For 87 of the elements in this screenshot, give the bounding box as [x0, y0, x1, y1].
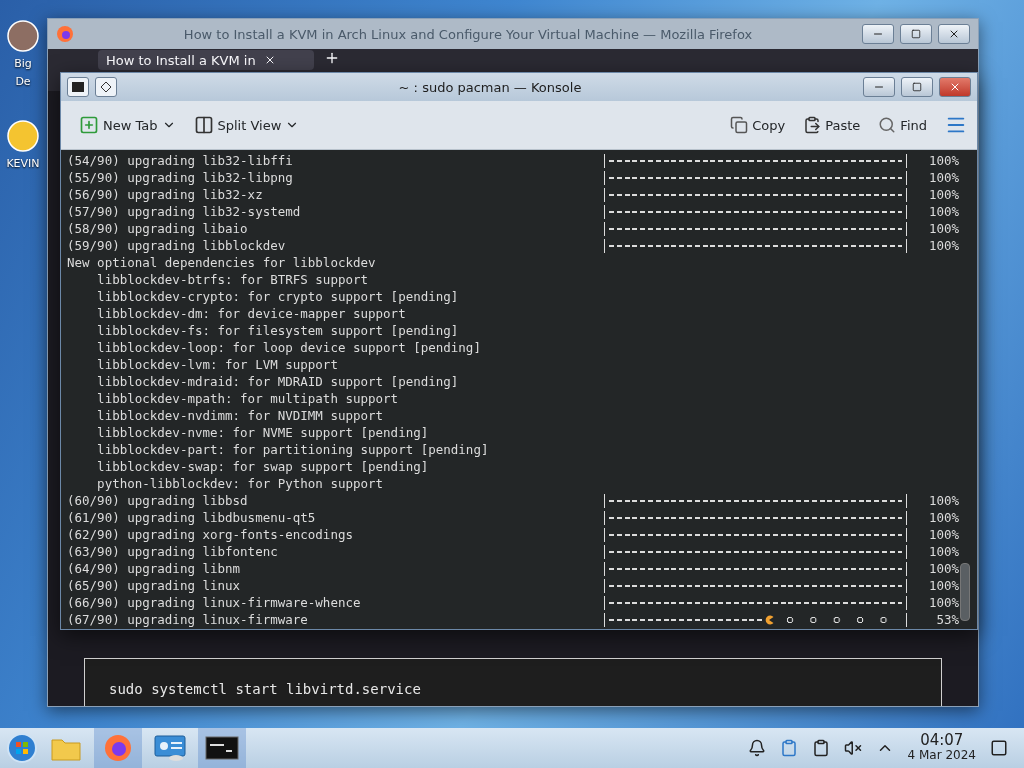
maximize-button[interactable] [900, 24, 932, 44]
terminal-line: (67/90) upgrading linux-firmware [67, 611, 309, 628]
minimize-button[interactable] [862, 24, 894, 44]
terminal-app-icon[interactable] [67, 77, 89, 97]
start-button[interactable] [6, 732, 38, 764]
terminal-line: (59/90) upgrading libblockdev [67, 237, 287, 254]
monitor-icon [154, 734, 186, 762]
taskbar-app[interactable] [198, 728, 246, 768]
terminal-line: libblockdev-btrfs: for BTRFS support [96, 271, 370, 288]
progress-reading: 100% [927, 543, 959, 560]
pacman-icon [764, 614, 775, 625]
firefox-icon [104, 734, 132, 762]
progress-reading: 100% [927, 577, 959, 594]
desktop-app-icon[interactable] [5, 118, 41, 154]
terminal-icon [205, 736, 239, 760]
clipboard-icon[interactable] [811, 739, 830, 757]
close-button[interactable] [939, 77, 971, 97]
terminal-line: (61/90) upgrading libdbusmenu-qt5 [67, 509, 317, 526]
terminal-line: libblockdev-swap: for swap support [pending] [96, 458, 430, 475]
desktop-app-icon[interactable] [5, 18, 41, 54]
terminal-line: (64/90) upgrading libnm [67, 560, 242, 577]
code-block: sudo systemctl start libvirtd.service [84, 658, 942, 706]
toolbar-button[interactable]: Paste [801, 112, 863, 138]
new-tab-icon [79, 115, 99, 135]
bell-icon[interactable] [747, 739, 766, 757]
terminal-line: libblockdev-lvm: for LVM support [96, 356, 339, 373]
close-icon [949, 81, 961, 93]
close-icon [948, 28, 960, 40]
search-icon [878, 116, 897, 134]
browser-tab[interactable]: How to Install a KVM in [98, 50, 314, 70]
terminal-line: libblockdev-mdraid: for MDRAID support [pending] [96, 373, 460, 390]
muted-speaker-icon[interactable] [843, 739, 862, 757]
clipboard-icon[interactable] [779, 739, 798, 757]
terminal-line: libblockdev-dm: for device-mapper support [96, 305, 407, 322]
progress-reading: 100% [927, 186, 959, 203]
close-button[interactable] [938, 24, 970, 44]
split-view-icon [193, 115, 214, 135]
terminal-line: libblockdev-part: for partitioning support [pending] [96, 441, 490, 458]
toolbar-button[interactable]: Find [876, 112, 929, 138]
desktop-icon-label[interactable]: Big [14, 56, 32, 72]
terminal-line: (66/90) upgrading linux-firmware-whence [67, 594, 362, 611]
terminal-line: libblockdev-nvme: for NVME support [pending] [96, 424, 430, 441]
toolbar-button[interactable]: Copy [728, 112, 788, 138]
clock[interactable]: 04:07 4 Mar 2024 [907, 733, 976, 763]
terminal-line: python-libblockdev: for Python support [96, 475, 385, 492]
terminal-line: (63/90) upgrading libfontenc [67, 543, 279, 560]
progress-reading: 100% [927, 509, 959, 526]
terminal-line: (62/90) upgrading xorg-fonts-encodings [67, 526, 354, 543]
desktop-icon-label[interactable]: KEVIN [6, 156, 40, 172]
maximize-icon [911, 29, 921, 39]
maximize-button[interactable] [901, 77, 933, 97]
terminal-line: (57/90) upgrading lib32-systemd [67, 203, 302, 220]
terminal-line: (65/90) upgrading linux [67, 577, 242, 594]
progress-reading: 100% [927, 526, 959, 543]
terminal-line: (55/90) upgrading lib32-libpng [67, 169, 294, 186]
show-desktop-icon[interactable] [990, 739, 1008, 757]
terminal-line: libblockdev-nvdimm: for NVDIMM support [96, 407, 385, 424]
progress-reading: 100% [927, 237, 959, 254]
firefox-icon [56, 25, 74, 43]
terminal-line: libblockdev-crypto: for crypto support [pending] [96, 288, 460, 305]
new-tab-icon[interactable] [324, 50, 340, 66]
minimize-button[interactable] [863, 77, 895, 97]
terminal-line: (60/90) upgrading libbsd [67, 492, 249, 509]
progress-reading: 53% [935, 611, 959, 628]
terminal-line: (58/90) upgrading libaio [67, 220, 249, 237]
progress-reading: 100% [927, 594, 959, 611]
progress-reading: 100% [927, 169, 959, 186]
scrollbar-thumb[interactable] [960, 563, 970, 621]
terminal-line: New optional dependencies for libblockdev [67, 254, 377, 271]
terminal-line: libblockdev-fs: for filesystem support [pending] [96, 322, 460, 339]
progress-reading: 100% [927, 560, 959, 577]
terminal-line: libblockdev-loop: for loop device support [pending] [96, 339, 482, 356]
progress-reading: 100% [927, 220, 959, 237]
progress-reading: 100% [927, 492, 959, 509]
toolbar-button[interactable]: New Tab [77, 111, 178, 139]
maximize-icon [912, 82, 922, 92]
terminal-line: (54/90) upgrading lib32-libffi [67, 152, 294, 169]
paste-icon [803, 116, 822, 134]
copy-icon [730, 116, 749, 134]
progress-reading: 100% [927, 152, 959, 169]
desktop-icon-label[interactable]: De [15, 74, 31, 90]
toolbar-button[interactable]: Split View [191, 111, 302, 139]
terminal-line: libblockdev-mpath: for multipath support [96, 390, 400, 407]
window-title: ~ : sudo pacman — Konsole [397, 79, 583, 95]
terminal-line: (56/90) upgrading lib32-xz [67, 186, 264, 203]
window-title: How to Install a KVM in Arch Linux and Configure Your Virtual Machine — Mozilla Firefox [182, 26, 754, 42]
progress-reading: 100% [927, 203, 959, 220]
